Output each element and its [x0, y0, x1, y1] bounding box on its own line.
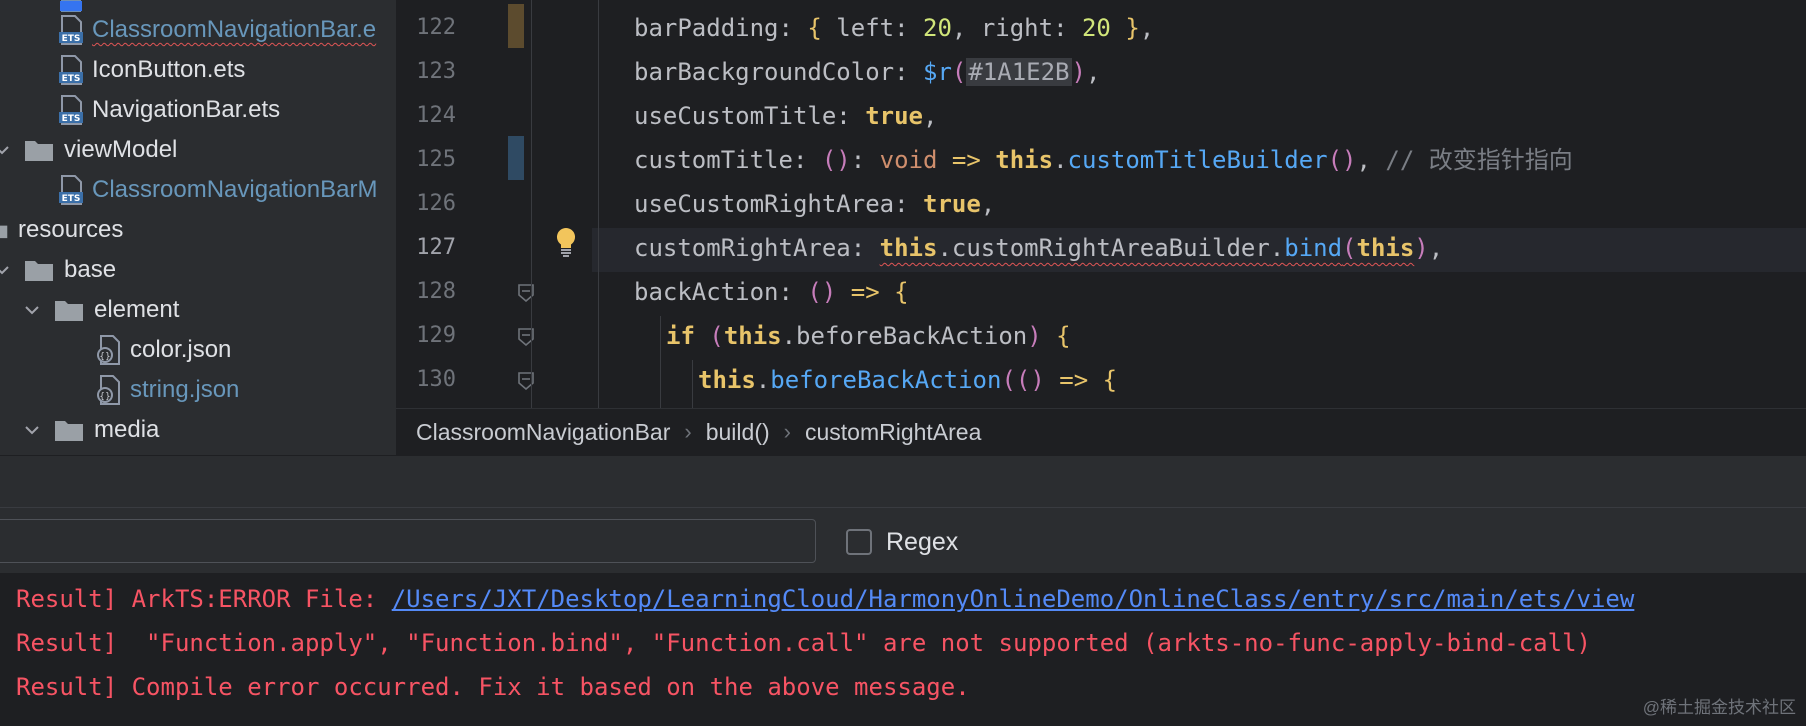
breadcrumb-item-property[interactable]: customRightArea: [805, 419, 981, 446]
ets-file-icon: ETS: [59, 175, 83, 205]
tree-item-label: NavigationBar.ets: [92, 96, 281, 123]
json-file-icon: {}: [97, 375, 120, 405]
chevron-down-icon[interactable]: [0, 260, 12, 280]
code-line-130: this.beforeBackAction(() => {: [698, 366, 1118, 394]
chevron-down-icon[interactable]: [0, 140, 12, 160]
tree-item-base[interactable]: base: [0, 250, 116, 290]
tree-item-label: IconButton.ets: [92, 56, 246, 83]
tree-item-label: color.json: [130, 336, 232, 363]
ets-file-icon: ETS: [59, 15, 83, 45]
tree-item-navigation-bar[interactable]: ETS NavigationBar.ets: [58, 90, 280, 130]
svg-text:ETS: ETS: [62, 34, 81, 44]
console-text: Result] ArkTS:ERROR File:: [16, 585, 392, 613]
tree-item-viewmodel[interactable]: viewModel: [0, 130, 177, 170]
tree-item-label: ClassroomNavigationBarM: [92, 176, 378, 203]
tree-item-label: string.json: [130, 376, 240, 403]
lightbulb-icon[interactable]: [554, 226, 578, 258]
code-editor[interactable]: 122 123 124 125 126 127 128 129 130 barP…: [396, 0, 1806, 408]
console-search-bar: Regex: [0, 507, 1806, 574]
tree-item-label: resources: [18, 216, 124, 243]
svg-text:{}: {}: [99, 392, 110, 402]
svg-text:ETS: ETS: [62, 74, 81, 84]
code-line-123: barBackgroundColor: $r(#1A1E2B),: [634, 58, 1101, 86]
line-number: 122: [416, 15, 456, 40]
line-number: 126: [416, 191, 456, 216]
vcs-modified-marker[interactable]: [508, 4, 524, 48]
line-number-current: 127: [416, 235, 456, 260]
chevron-down-icon[interactable]: [22, 300, 42, 320]
line-number: 128: [416, 279, 456, 304]
breadcrumb: ClassroomNavigationBar › build() › custo…: [396, 408, 1806, 455]
tree-item-label: viewModel: [64, 136, 178, 163]
console-output: Result] ArkTS:ERROR File: /Users/JXT/Des…: [0, 573, 1806, 726]
tree-item-classroom-navigation-bar-model[interactable]: ETS ClassroomNavigationBarM: [58, 170, 377, 210]
folder-icon: [0, 225, 8, 239]
line-number: 123: [416, 59, 456, 84]
line-number: 124: [416, 103, 456, 128]
regex-checkbox[interactable]: [846, 529, 872, 555]
tree-item-resources[interactable]: resources: [0, 210, 123, 250]
line-number: 129: [416, 323, 456, 348]
code-line-127: customRightArea: this.customRightAreaBui…: [634, 234, 1444, 262]
code-line-122: barPadding: { left: 20, right: 20 },: [634, 14, 1155, 42]
folder-icon: [55, 421, 83, 441]
tree-item-label: media: [94, 416, 160, 443]
folder-icon: [55, 301, 83, 321]
project-tree: ETS ClassroomNavigationBar.e ETS IconBut…: [0, 0, 396, 455]
code-line-128: backAction: () => {: [634, 278, 909, 306]
chevron-down-icon[interactable]: [22, 420, 42, 440]
tree-item-label: base: [64, 256, 117, 283]
chevron-right-icon: ›: [783, 419, 791, 444]
indent-guide: [660, 316, 661, 408]
svg-text:{}: {}: [99, 352, 110, 362]
gutter-divider: [531, 0, 532, 408]
regex-label: Regex: [886, 528, 959, 556]
indent-guide: [598, 0, 599, 408]
search-input[interactable]: [0, 519, 816, 563]
breadcrumb-item-class[interactable]: ClassroomNavigationBar: [416, 419, 670, 446]
console-line: Result] Compile error occurred. Fix it b…: [16, 673, 970, 701]
tree-item-icon-button[interactable]: ETS IconButton.ets: [58, 50, 245, 90]
code-line-124: useCustomTitle: true,: [634, 102, 938, 130]
svg-text:ETS: ETS: [62, 194, 81, 204]
folder-icon: [25, 261, 53, 281]
editor-gutter: 122 123 124 125 126 127 128 129 130: [396, 0, 534, 408]
tree-item-classroom-navigation-bar[interactable]: ETS ClassroomNavigationBar.e: [58, 10, 376, 50]
folder-icon: [25, 141, 53, 161]
tree-item-label: ClassroomNavigationBar.e: [92, 16, 377, 43]
code-line-129: if (this.beforeBackAction) {: [666, 322, 1071, 350]
json-file-icon: {}: [97, 335, 120, 365]
svg-text:ETS: ETS: [62, 114, 81, 124]
indent-guide: [692, 360, 693, 408]
vcs-modified-marker[interactable]: [508, 136, 524, 180]
line-number: 130: [416, 367, 456, 392]
tree-item-color-json[interactable]: {} color.json: [96, 330, 231, 370]
ets-file-icon: ETS: [59, 95, 83, 125]
tree-item-string-json[interactable]: {} string.json: [96, 370, 239, 410]
watermark: @稀土掘金技术社区: [1642, 698, 1796, 717]
tree-item-label: element: [94, 296, 180, 323]
breadcrumb-item-method[interactable]: build(): [706, 419, 770, 446]
tree-item-element[interactable]: element: [22, 290, 179, 330]
console-line: Result] ArkTS:ERROR File: /Users/JXT/Des…: [16, 577, 1634, 621]
tool-window-header: [0, 455, 1806, 508]
code-line-126: useCustomRightArea: true,: [634, 190, 996, 218]
file-path-link[interactable]: /Users/JXT/Desktop/LearningCloud/Harmony…: [392, 585, 1635, 613]
code-line-125: customTitle: (): void => this.customTitl…: [634, 146, 1573, 174]
chevron-right-icon: ›: [684, 419, 692, 444]
line-number: 125: [416, 147, 456, 172]
console-line: Result] "Function.apply", "Function.bind…: [16, 629, 1591, 657]
ets-file-icon: ETS: [59, 55, 83, 85]
tree-item-media[interactable]: media: [22, 410, 159, 450]
